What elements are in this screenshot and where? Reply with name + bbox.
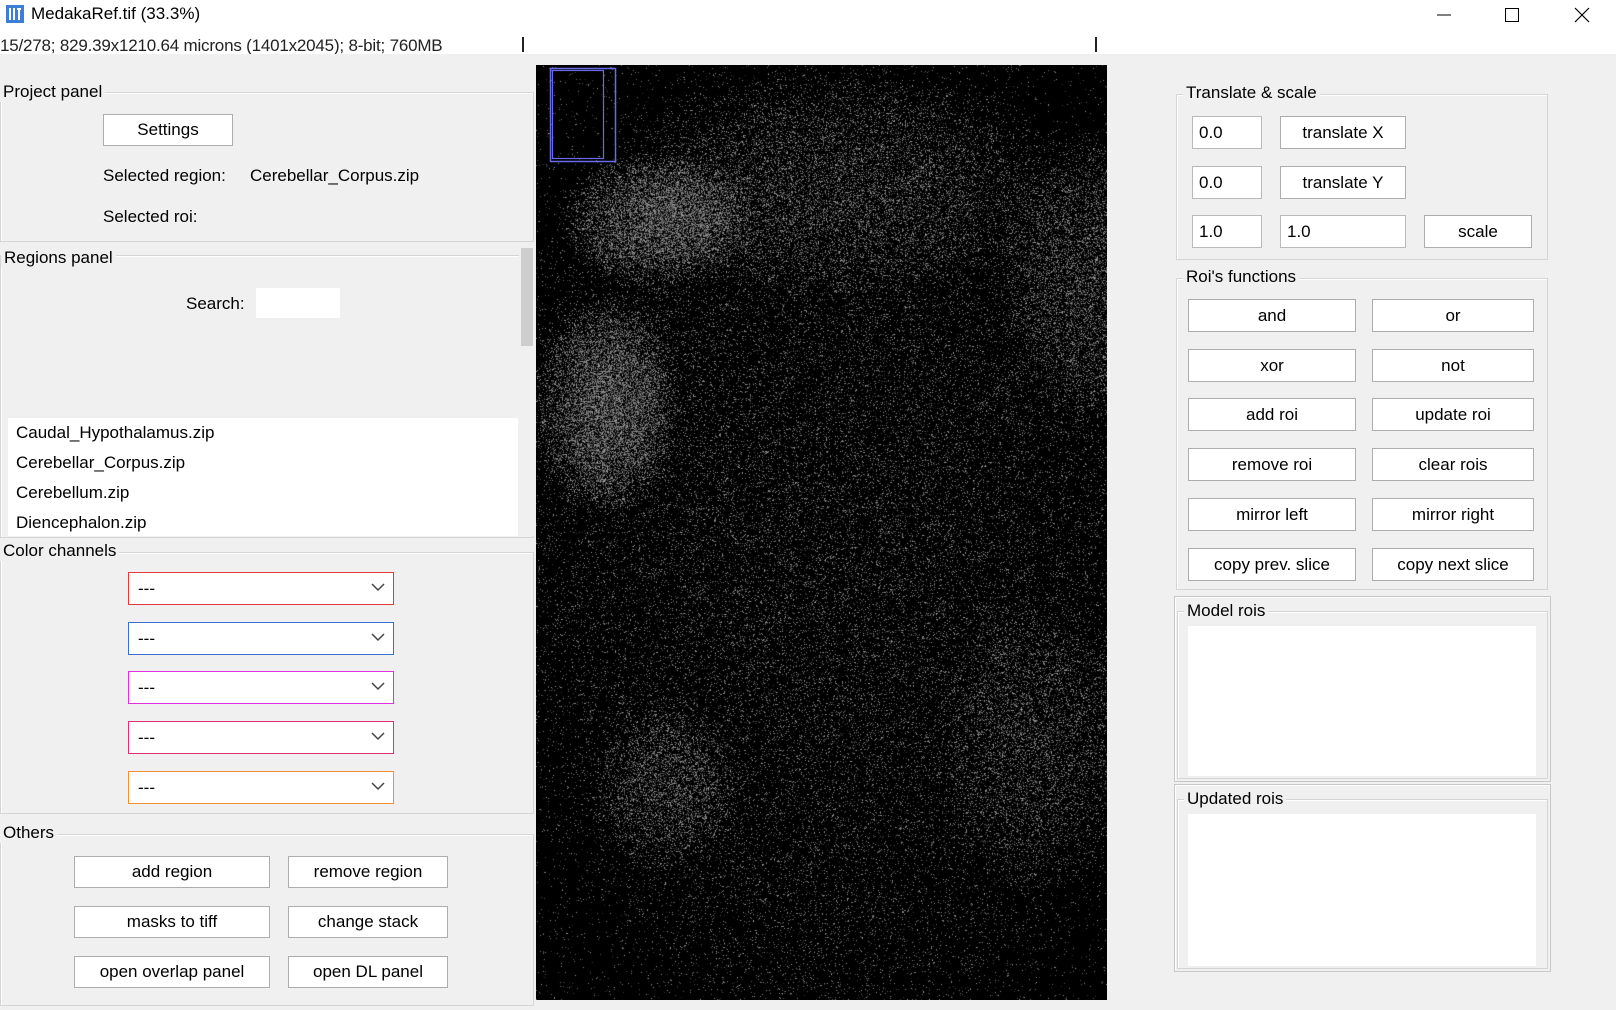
color-channel-red-select[interactable]: --- — [128, 572, 394, 605]
navigator-viewport — [551, 69, 605, 160]
project-panel-title: Project panel — [0, 82, 106, 102]
translate-x-button[interactable]: translate X — [1280, 116, 1406, 149]
copy-next-slice-button[interactable]: copy next slice — [1372, 548, 1534, 581]
updated-rois-title: Updated rois — [1184, 789, 1287, 809]
roi-functions-title: Roi's functions — [1183, 267, 1300, 287]
chevron-down-icon — [371, 633, 385, 642]
image-canvas[interactable] — [536, 65, 1107, 1000]
model-rois-title: Model rois — [1184, 601, 1269, 621]
list-item[interactable]: Cerebellar_Corpus.zip — [8, 448, 518, 478]
navigator-overlay — [549, 67, 617, 163]
maximize-button[interactable] — [1478, 0, 1546, 30]
updated-rois-list[interactable] — [1188, 814, 1536, 966]
search-label: Search: — [186, 294, 245, 313]
info-bar-divider — [522, 37, 524, 52]
remove-roi-button[interactable]: remove roi — [1188, 448, 1356, 481]
color-channel-orange-select[interactable]: --- — [128, 771, 394, 804]
remove-region-button[interactable]: remove region — [288, 856, 448, 888]
or-button[interactable]: or — [1372, 299, 1534, 332]
translate-scale-title: Translate & scale — [1183, 83, 1320, 103]
copy-prev-slice-button[interactable]: copy prev. slice — [1188, 548, 1356, 581]
selected-roi-label: Selected roi: — [103, 207, 198, 226]
regions-scrollbar-thumb[interactable] — [521, 248, 533, 346]
and-button[interactable]: and — [1188, 299, 1356, 332]
select-value: --- — [138, 777, 155, 797]
clear-rois-button[interactable]: clear rois — [1372, 448, 1534, 481]
scale-x-input[interactable]: 1.0 — [1192, 215, 1262, 248]
chevron-down-icon — [371, 682, 385, 691]
navigator-frame — [549, 67, 617, 163]
minimize-button[interactable] — [1410, 0, 1478, 30]
close-button[interactable] — [1548, 0, 1616, 30]
change-stack-button[interactable]: change stack — [288, 906, 448, 938]
not-button[interactable]: not — [1372, 349, 1534, 382]
list-item[interactable]: Cerebellum.zip — [8, 478, 518, 508]
color-channel-magenta-select[interactable]: --- — [128, 671, 394, 704]
color-channels-title: Color channels — [0, 541, 120, 561]
model-rois-list[interactable] — [1188, 626, 1536, 776]
masks-to-tiff-button[interactable]: masks to tiff — [74, 906, 270, 938]
image-info-text: 15/278; 829.39x1210.64 microns (1401x204… — [0, 36, 443, 55]
scale-y-input[interactable]: 1.0 — [1280, 215, 1406, 248]
select-value: --- — [138, 727, 155, 747]
scale-button[interactable]: scale — [1424, 215, 1532, 248]
info-bar-divider — [1095, 37, 1097, 52]
close-icon — [1574, 7, 1590, 23]
window-title: MedakaRef.tif (33.3%) — [31, 4, 201, 23]
color-channel-blue-select[interactable]: --- — [128, 622, 394, 655]
title-bar: MedakaRef.tif (33.3%) — [0, 0, 1616, 30]
others-title: Others — [0, 823, 58, 843]
regions-panel-title: Regions panel — [1, 248, 116, 268]
chevron-down-icon — [371, 782, 385, 791]
selected-region-label: Selected region: — [103, 166, 226, 185]
color-channel-pink-select[interactable]: --- — [128, 721, 394, 754]
translate-y-input[interactable]: 0.0 — [1192, 166, 1262, 199]
list-item[interactable]: Diencephalon.zip — [8, 508, 518, 536]
minimize-icon — [1437, 14, 1451, 16]
chevron-down-icon — [371, 583, 385, 592]
open-dl-panel-button[interactable]: open DL panel — [288, 956, 448, 988]
translate-y-button[interactable]: translate Y — [1280, 166, 1406, 199]
maximize-icon — [1505, 8, 1519, 22]
translate-x-input[interactable]: 0.0 — [1192, 116, 1262, 149]
open-overlap-panel-button[interactable]: open overlap panel — [74, 956, 270, 988]
mirror-left-button[interactable]: mirror left — [1188, 498, 1356, 531]
select-value: --- — [138, 578, 155, 598]
chevron-down-icon — [371, 732, 385, 741]
add-roi-button[interactable]: add roi — [1188, 398, 1356, 431]
xor-button[interactable]: xor — [1188, 349, 1356, 382]
imagej-icon — [6, 5, 24, 23]
update-roi-button[interactable]: update roi — [1372, 398, 1534, 431]
region-search-input[interactable] — [256, 288, 340, 318]
add-region-button[interactable]: add region — [74, 856, 270, 888]
image-info-bar: 15/278; 829.39x1210.64 microns (1401x204… — [0, 30, 1616, 55]
select-value: --- — [138, 677, 155, 697]
mirror-right-button[interactable]: mirror right — [1372, 498, 1534, 531]
select-value: --- — [138, 628, 155, 648]
list-item[interactable]: Caudal_Hypothalamus.zip — [8, 418, 518, 448]
settings-button[interactable]: Settings — [103, 114, 233, 146]
selected-region-value: Cerebellar_Corpus.zip — [250, 166, 420, 185]
regions-list[interactable]: Caudal_Hypothalamus.zip Cerebellar_Corpu… — [8, 418, 518, 536]
